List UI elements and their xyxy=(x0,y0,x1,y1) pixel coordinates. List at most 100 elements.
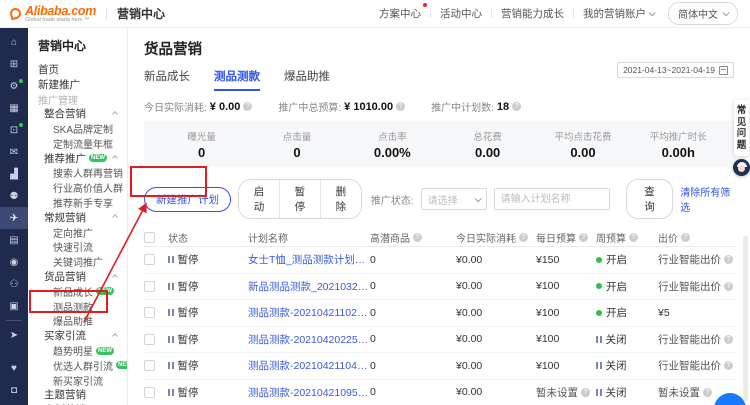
status-select[interactable]: 请选择 xyxy=(421,188,487,210)
language-selector[interactable]: 简体中文 xyxy=(668,2,738,25)
monitor-icon[interactable]: ⊡ xyxy=(0,119,28,141)
clear-filters-link[interactable]: 清除所有筛选 xyxy=(680,184,736,214)
date-range-value: 2021-04-13~2021-04-19 xyxy=(623,65,715,75)
pause-button[interactable]: 暂停 xyxy=(279,180,320,218)
orders-icon[interactable]: ▤ xyxy=(0,229,28,251)
nav-solution-center[interactable]: 方案中心 xyxy=(379,6,421,21)
row-checkbox[interactable] xyxy=(144,360,155,371)
info-icon[interactable]: ? xyxy=(724,282,733,291)
sidebar-item-trend-star[interactable]: 趋势明星NEW xyxy=(38,343,127,358)
info-icon[interactable]: ? xyxy=(413,233,422,242)
sidebar-item-theme-marketing[interactable]: 主题营销 xyxy=(38,388,127,403)
new-plan-button[interactable]: 新建推广计划 xyxy=(144,187,231,212)
media-icon[interactable]: ◘ xyxy=(0,379,28,401)
plan-name-link[interactable]: 测品测款-20210420225734 xyxy=(248,332,370,347)
info-icon[interactable]: ? xyxy=(519,233,528,242)
row-checkbox[interactable] xyxy=(144,281,155,292)
app-title: 营销中心 xyxy=(117,5,165,22)
sidebar-item-industry-high-value-audience[interactable]: 行业高价值人群 xyxy=(38,180,127,195)
info-icon[interactable]: ? xyxy=(579,233,588,242)
customer-icon[interactable]: ⚉ xyxy=(0,185,28,207)
globe-icon[interactable]: ◉ xyxy=(0,251,28,273)
alibaba-logo[interactable]: Alibaba.com Global trade starts here.™ xyxy=(10,5,96,23)
contacts-icon[interactable]: ⚇ xyxy=(0,273,28,295)
plan-name-input[interactable] xyxy=(494,188,610,210)
info-icon[interactable]: ? xyxy=(724,361,733,370)
sidebar-item-targeted-promotion[interactable]: 定向推广 xyxy=(38,225,127,240)
info-icon[interactable]: ? xyxy=(629,233,638,242)
info-icon[interactable]: ? xyxy=(681,233,690,242)
sidebar-item-regular-marketing[interactable]: 常规营销 xyxy=(38,210,127,225)
info-icon[interactable]: ? xyxy=(243,102,252,111)
sidebar-item-product-marketing[interactable]: 货品营销 xyxy=(38,269,127,284)
faq-widget[interactable]: 常见问题 xyxy=(733,100,750,176)
tab-product-testing[interactable]: 测品测款 xyxy=(214,68,260,91)
settings-icon[interactable]: ⚙ xyxy=(0,75,28,97)
info-icon[interactable]: ? xyxy=(724,255,733,264)
weekly-budget-label: 关闭 xyxy=(606,385,627,400)
tab-new-product-growth[interactable]: 新品成长 xyxy=(144,68,190,91)
row-checkbox[interactable] xyxy=(144,307,155,318)
briefcase-icon[interactable]: ▣ xyxy=(0,295,28,317)
customer-service-avatar-icon[interactable] xyxy=(733,159,750,176)
favorites-icon[interactable]: ♥ xyxy=(0,357,28,379)
info-icon[interactable]: ? xyxy=(703,388,712,397)
message-icon[interactable]: ✉ xyxy=(0,141,28,163)
plan-name-link[interactable]: 测品测款-20210421102058 xyxy=(248,305,370,320)
sidebar-item-recommend-newbie[interactable]: 推荐新手专享 xyxy=(38,195,127,210)
calendar-icon xyxy=(719,66,728,75)
metric-label: 点击量 xyxy=(249,129,344,143)
plan-name-link[interactable]: 测品测款-20210421095627 xyxy=(248,385,370,400)
sidebar-item-keyword-promotion[interactable]: 关键词推广 xyxy=(38,254,127,269)
plan-name-link[interactable]: 测品测款-20210421104531 xyxy=(248,358,370,373)
sidebar-item-new-product-growth[interactable]: 新品成长NEW xyxy=(38,284,127,299)
sidebar-item-buyer-traffic[interactable]: 买家引流 xyxy=(38,328,127,343)
sidebar-item-hot-product-boost[interactable]: 爆品助推 xyxy=(38,314,127,329)
home-icon[interactable]: ⌂ xyxy=(0,31,28,53)
sidebar-item-quick-traffic[interactable]: 快速引流 xyxy=(38,240,127,255)
sidebar-item-product-testing[interactable]: 测品测款 xyxy=(38,299,127,314)
shop-icon[interactable]: ⊞ xyxy=(0,53,28,75)
date-range-picker[interactable]: 2021-04-13~2021-04-19 xyxy=(617,62,734,78)
start-button[interactable]: 启动 xyxy=(239,180,279,218)
new-badge: NEW xyxy=(89,154,107,162)
plan-name-link[interactable]: 女士T恤_测品测款计划_202... xyxy=(248,252,370,267)
info-icon[interactable]: ? xyxy=(724,335,733,344)
nav-activity-center[interactable]: 活动中心 xyxy=(440,6,482,21)
delete-button[interactable]: 删除 xyxy=(320,180,361,218)
query-button[interactable]: 查询 xyxy=(626,179,674,219)
apps-icon[interactable]: ▦ xyxy=(0,97,28,119)
sidebar-item-recommend-promotion[interactable]: 推荐推广NEW xyxy=(38,151,127,166)
row-checkbox[interactable] xyxy=(144,334,155,345)
sidebar-item-preferred-audience-traffic[interactable]: 优选人群引流NEW xyxy=(38,358,127,373)
tab-hot-product-boost[interactable]: 爆品助推 xyxy=(284,68,330,91)
scrollbar[interactable] xyxy=(743,236,748,401)
row-checkbox[interactable] xyxy=(144,232,155,243)
sidebar-item-custom-traffic[interactable]: 定制流量年框 xyxy=(38,136,127,151)
send-icon[interactable]: ➤ xyxy=(0,324,28,346)
info-icon[interactable]: ? xyxy=(396,102,405,111)
sidebar-item-homepage[interactable]: 首页 xyxy=(38,62,127,77)
info-icon[interactable]: ? xyxy=(581,388,590,397)
row-checkbox[interactable] xyxy=(144,254,155,265)
nav-marketing-growth[interactable]: 营销能力成长 xyxy=(501,6,564,21)
sidebar-item-new-campaign[interactable]: 新建推广 xyxy=(38,77,127,92)
table-row: 暂停女士T恤_测品测款计划_202...0¥0.00¥150开启行业智能出价? xyxy=(144,247,736,274)
potential-products-cell: 0 xyxy=(370,254,456,266)
faq-tab[interactable]: 常见问题 xyxy=(734,100,750,156)
sidebar-item-new-buyer-traffic[interactable]: 新买家引流 xyxy=(38,373,127,388)
weekly-budget-label: 开启 xyxy=(606,279,627,294)
plan-name-link[interactable]: 新品测品测款_20210324_2 xyxy=(248,279,370,294)
info-icon[interactable]: ? xyxy=(512,102,521,111)
potential-products-cell: 0 xyxy=(370,280,456,292)
nav-my-account[interactable]: 我的营销账户 xyxy=(583,6,654,21)
metric-label: 平均推广时长 xyxy=(631,129,726,143)
table-row: 暂停测品测款-202104210956270¥0.00暂未设置?关闭暂未设置? xyxy=(144,380,736,405)
marketing-icon[interactable]: ✈ xyxy=(0,207,28,229)
sidebar-item-ska-brand-custom[interactable]: SKA品牌定制 xyxy=(38,121,127,136)
chart-icon[interactable]: ▟ xyxy=(0,163,28,185)
row-checkbox[interactable] xyxy=(144,387,155,398)
status-select-placeholder: 请选择 xyxy=(428,192,458,207)
sidebar-item-search-audience-remarketing[interactable]: 搜索人群再营销 xyxy=(38,166,127,181)
sidebar-item-integrated-marketing[interactable]: 整合营销 xyxy=(38,106,127,121)
